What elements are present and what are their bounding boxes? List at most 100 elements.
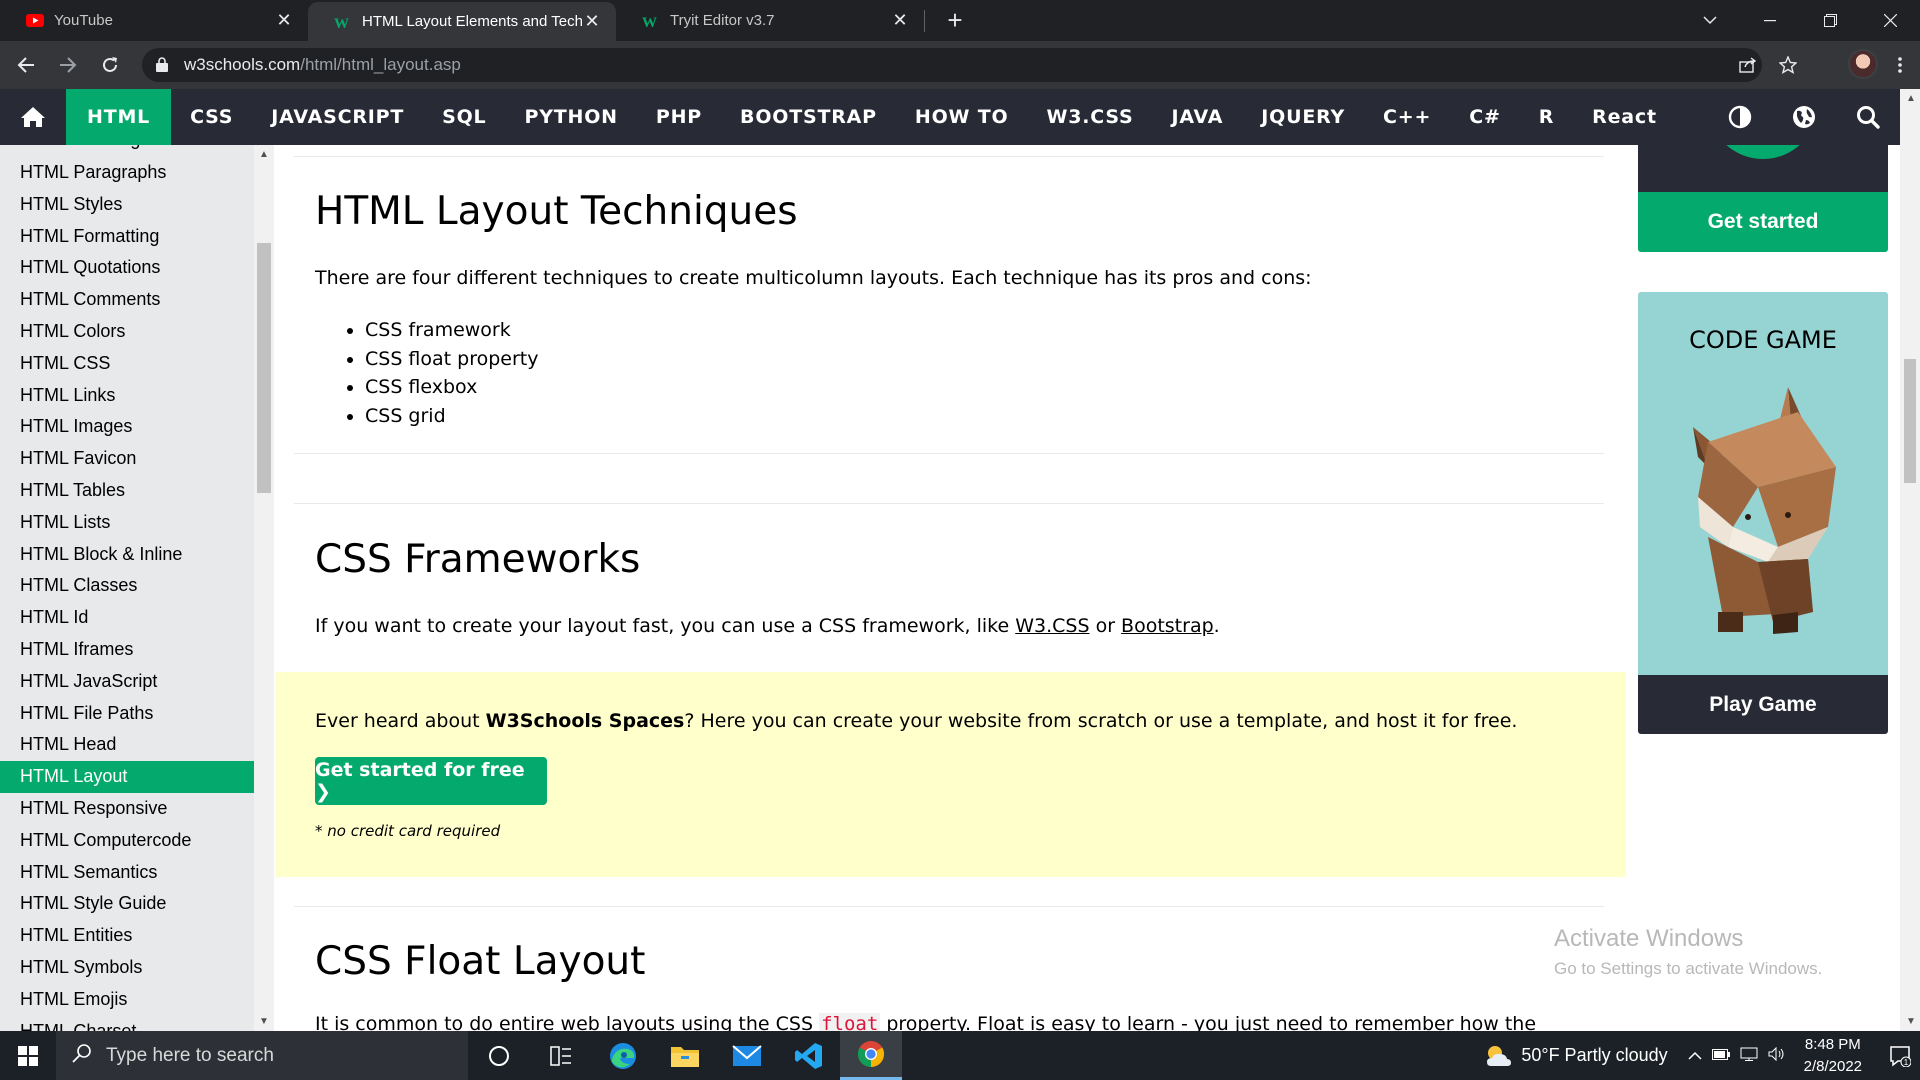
tab-youtube[interactable]: YouTube ✕ [0,0,308,41]
nav-howto[interactable]: HOW TO [896,89,1028,145]
new-tab-button[interactable]: + [937,0,973,41]
restore-button[interactable] [1800,0,1860,41]
sidebar-item[interactable]: HTML Iframes [0,634,254,666]
sidebar-item[interactable]: HTML Tables [0,475,254,507]
task-view-icon[interactable] [530,1031,592,1080]
globe-icon[interactable] [1772,89,1836,145]
sidebar-item[interactable]: HTML Semantics [0,857,254,889]
minimize-button[interactable] [1740,0,1800,41]
file-explorer-icon[interactable] [654,1031,716,1080]
nav-python[interactable]: PYTHON [505,89,636,145]
sidebar-item[interactable]: HTML Id [0,602,254,634]
sidebar-item[interactable]: HTML Classes [0,570,254,602]
scroll-down-icon[interactable]: ▼ [1906,1016,1916,1027]
clock[interactable]: 8:48 PM 2/8/2022 [1804,1034,1862,1078]
sidebar-item[interactable]: HTML Block & Inline [0,539,254,571]
sidebar-item[interactable]: HTML JavaScript [0,666,254,698]
sidebar-item[interactable]: HTML Colors [0,316,254,348]
code-game-ad[interactable]: CODE GAME [1638,292,1888,675]
network-icon[interactable] [1740,1047,1758,1064]
close-icon[interactable]: ✕ [890,10,910,31]
sidebar-item[interactable]: HTML Images [0,411,254,443]
battery-icon[interactable] [1711,1047,1730,1064]
windows-start-icon[interactable] [0,1031,56,1080]
close-icon[interactable]: ✕ [582,11,602,32]
sidebar-item[interactable]: HTML Favicon [0,443,254,475]
sidebar-item[interactable]: HTML Paragraphs [0,157,254,189]
sidebar-item[interactable]: HTML Responsive [0,793,254,825]
reload-button[interactable] [94,49,126,81]
home-icon[interactable] [0,89,66,145]
nav-css[interactable]: CSS [171,89,252,145]
sidebar-item[interactable]: HTML Links [0,380,254,412]
menu-icon[interactable] [1886,51,1914,79]
sidebar-item-active[interactable]: HTML Layout [0,761,254,793]
nav-java[interactable]: JAVA [1152,89,1242,145]
forward-button[interactable] [52,49,84,81]
partly-cloudy-icon [1487,1045,1512,1066]
bookmark-star-icon[interactable] [1774,51,1802,79]
sidebar-item[interactable]: HTML Comments [0,284,254,316]
page-scroll-thumb[interactable] [1904,359,1916,483]
sidebar-item[interactable]: HTML Head [0,729,254,761]
sidebar-item[interactable]: HTML Symbols [0,952,254,984]
share-icon[interactable] [1734,51,1762,79]
sidebar-item[interactable]: HTML Style Guide [0,888,254,920]
sidebar-item[interactable]: HTML Styles [0,189,254,221]
page-scrollbar[interactable]: ▲ ▼ [1900,89,1920,1031]
mail-icon[interactable] [716,1031,778,1080]
nav-bootstrap[interactable]: BOOTSTRAP [721,89,896,145]
nav-jquery[interactable]: JQUERY [1242,89,1364,145]
weather-widget[interactable]: 50°F Partly cloudy [1483,1044,1668,1068]
nav-cpp[interactable]: C++ [1364,89,1450,145]
tab-html-layout[interactable]: W HTML Layout Elements and Techniques ✕ [308,2,616,41]
nav-react[interactable]: React [1573,89,1676,145]
dark-mode-icon[interactable] [1708,89,1772,145]
nav-csharp[interactable]: C# [1450,89,1519,145]
nav-html[interactable]: HTML [66,89,172,145]
profile-avatar[interactable] [1848,49,1878,79]
sidebar-item[interactable]: HTML Computercode [0,825,254,857]
play-game-button[interactable]: Play Game [1638,675,1888,734]
get-started-button[interactable]: Get started [1638,192,1888,252]
lock-icon[interactable] [156,57,170,73]
sidebar-item[interactable]: HTML Formatting [0,221,254,253]
back-button[interactable] [10,49,42,81]
sidebar-item[interactable]: HTML Entities [0,920,254,952]
volume-icon[interactable] [1768,1046,1786,1064]
taskbar-search[interactable]: Type here to search [56,1031,468,1080]
scroll-down-icon[interactable]: ▼ [259,1016,269,1027]
nav-javascript[interactable]: JAVASCRIPT [252,89,423,145]
get-started-free-button[interactable]: Get started for free ❯ [315,757,547,805]
sidebar-item[interactable]: HTML Quotations [0,252,254,284]
close-icon[interactable]: ✕ [274,10,294,31]
notification-icon[interactable]: 1 [1880,1045,1920,1067]
address-bar[interactable]: w3schools.com/html/html_layout.asp [142,48,1762,82]
scroll-up-icon[interactable]: ▲ [259,149,269,160]
sidebar-scroll-thumb[interactable] [257,243,271,493]
chrome-icon[interactable] [840,1031,902,1080]
sidebar-scrollbar[interactable]: ▲ ▼ [254,145,274,1031]
nav-w3css[interactable]: W3.CSS [1027,89,1152,145]
edge-icon[interactable] [592,1031,654,1080]
search-icon[interactable] [1836,89,1900,145]
sidebar-item[interactable]: HTML CSS [0,348,254,380]
sidebar-item[interactable]: HTML File Paths [0,698,254,730]
nav-php[interactable]: PHP [637,89,721,145]
close-window-button[interactable] [1860,0,1920,41]
tab-search-icon[interactable] [1680,0,1740,41]
tab-tryit[interactable]: W Tryit Editor v3.7 ✕ [616,0,924,41]
vscode-icon[interactable] [778,1031,840,1080]
w3css-link[interactable]: W3.CSS [1015,615,1089,637]
sidebar-item[interactable]: HTML Charset [0,1016,254,1031]
sidebar-item[interactable]: HTML Lists [0,507,254,539]
nav-sql[interactable]: SQL [423,89,505,145]
scroll-up-icon[interactable]: ▲ [1906,93,1916,104]
sidebar-item-headings[interactable]: HTML Headings [0,145,254,156]
sidebar-item[interactable]: HTML Emojis [0,984,254,1016]
nav-r[interactable]: R [1520,89,1573,145]
cortana-icon[interactable] [468,1031,530,1080]
chevron-up-icon[interactable] [1688,1047,1702,1064]
bootstrap-link[interactable]: Bootstrap [1121,615,1214,637]
sidebar-list: HTML Paragraphs HTML Styles HTML Formatt… [0,157,254,1031]
